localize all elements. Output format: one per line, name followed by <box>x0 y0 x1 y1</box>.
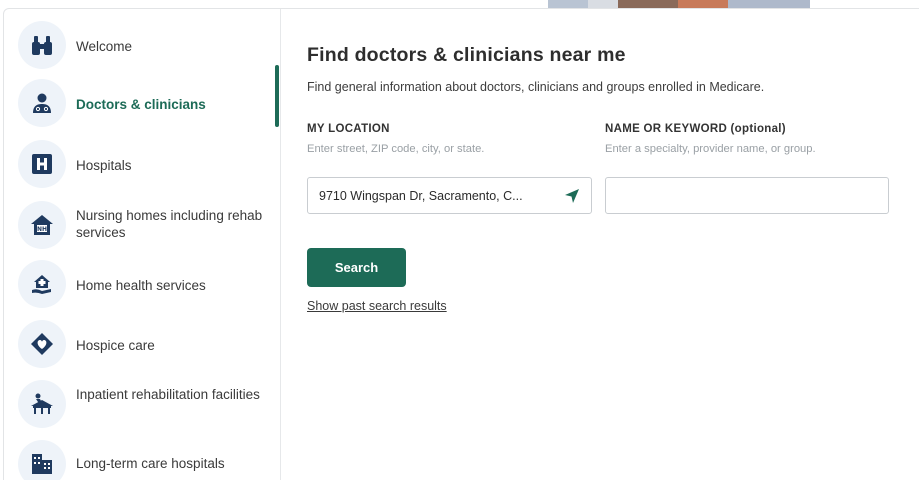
keyword-input[interactable] <box>606 178 888 213</box>
main-content: Find doctors & clinicians near me Find g… <box>282 9 919 480</box>
location-hint: Enter street, ZIP code, city, or state. <box>307 143 485 155</box>
keyword-hint: Enter a specialty, provider name, or gro… <box>605 143 816 155</box>
sidebar-item-label: Doctors & clinicians <box>76 97 206 112</box>
icon-circle <box>18 79 66 127</box>
sidebar-item-long-term-care[interactable]: Long-term care hospitals <box>4 440 281 480</box>
binoculars-icon <box>32 36 52 55</box>
icon-circle <box>18 440 66 480</box>
keyword-field <box>605 177 889 214</box>
sidebar-item-label: Long-term care hospitals <box>76 456 225 471</box>
sidebar: Welcome Doctors & clinicians Hospitals N… <box>4 9 281 480</box>
hero-photo-edge <box>548 0 810 8</box>
page-subtitle: Find general information about doctors, … <box>307 80 765 94</box>
location-input[interactable] <box>308 178 591 213</box>
icon-circle <box>18 140 66 188</box>
sidebar-item-label: Inpatient rehabilitation facilities <box>76 387 260 402</box>
hospital-h-icon <box>32 154 52 174</box>
icon-circle: NH <box>18 201 66 249</box>
sidebar-item-label: Home health services <box>76 278 206 293</box>
sidebar-item-label: Welcome <box>76 39 133 54</box>
rehab-facility-icon <box>31 393 53 414</box>
location-arrow-icon[interactable] <box>563 187 581 205</box>
search-button[interactable]: Search <box>307 248 406 287</box>
location-field <box>307 177 592 214</box>
sidebar-item-label: Hospitals <box>76 158 132 173</box>
svg-text:NH: NH <box>37 226 47 233</box>
page-title: Find doctors & clinicians near me <box>307 44 626 66</box>
home-health-icon <box>32 275 51 294</box>
sidebar-item-doctors-clinicians[interactable]: Doctors & clinicians <box>4 79 281 127</box>
icon-circle <box>18 260 66 308</box>
sidebar-item-hospice-care[interactable]: Hospice care <box>4 320 281 368</box>
keyword-label: NAME OR KEYWORD (optional) <box>605 123 786 135</box>
long-term-care-icon <box>32 454 52 474</box>
icon-circle <box>18 320 66 368</box>
sidebar-item-welcome[interactable]: Welcome <box>4 21 281 69</box>
sidebar-item-label: Nursing homes including rehab services <box>76 208 263 240</box>
active-nav-indicator <box>275 65 279 127</box>
past-search-results-link[interactable]: Show past search results <box>307 299 447 313</box>
doctor-icon <box>33 93 51 113</box>
sidebar-item-home-health[interactable]: Home health services <box>4 260 281 308</box>
sidebar-item-hospitals[interactable]: Hospitals <box>4 140 281 188</box>
sidebar-item-label: Hospice care <box>76 338 155 353</box>
icon-circle <box>18 380 66 428</box>
icon-circle <box>18 21 66 69</box>
sidebar-item-inpatient-rehab[interactable]: Inpatient rehabilitation facilities <box>4 380 281 428</box>
hospice-heart-icon <box>31 333 53 355</box>
sidebar-item-nursing-homes[interactable]: NH Nursing homes including rehab service… <box>4 201 281 249</box>
nursing-home-icon: NH <box>31 215 53 235</box>
location-label: MY LOCATION <box>307 123 390 135</box>
